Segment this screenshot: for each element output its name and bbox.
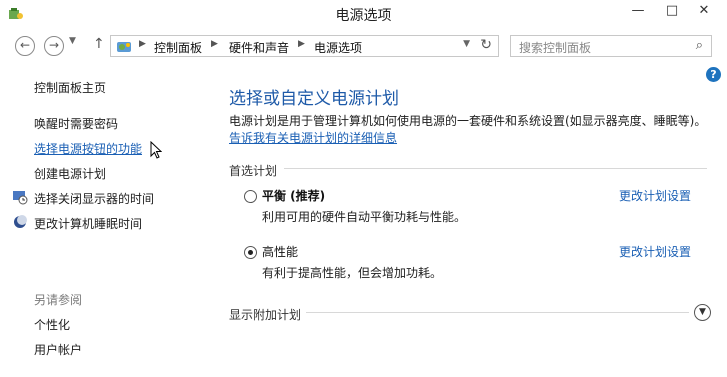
balanced-plan-radio[interactable]	[244, 190, 257, 203]
see-also-heading: 另请参阅	[34, 293, 83, 307]
sleep-moon-icon	[14, 215, 27, 228]
page-description: 电源计划是用于管理计算机如何使用电源的一套硬件和系统设置(如显示器亮度、睡眠等)…	[229, 114, 707, 128]
sidebar-item-create-plan[interactable]: 创建电源计划	[34, 165, 106, 182]
recent-locations-chevron-icon[interactable]: ▼	[69, 36, 76, 46]
maximize-button[interactable]: □	[658, 0, 686, 22]
breadcrumb-separator-icon: ▶	[298, 39, 305, 49]
breadcrumb-hardware-sound[interactable]: 硬件和声音	[229, 39, 289, 56]
section-divider	[306, 312, 689, 313]
navigation-bar: ← → ▼ ↑ ▶ 控制面板 ▶ 硬件和声音 ▶ 电源选项 ▼ ↻ 搜索控制面板…	[0, 29, 727, 63]
balanced-plan-name[interactable]: 平衡 (推荐)	[262, 187, 325, 204]
mouse-pointer-icon	[150, 141, 162, 159]
high-performance-plan-description: 有利于提高性能，但会增加功耗。	[262, 266, 443, 280]
address-bar[interactable]: ▶ 控制面板 ▶ 硬件和声音 ▶ 电源选项 ▼ ↻	[110, 35, 499, 57]
minimize-button[interactable]: —	[624, 0, 652, 22]
search-box[interactable]: 搜索控制面板 ⌕	[510, 35, 712, 57]
help-icon[interactable]: ?	[706, 67, 721, 82]
power-plan-info-link[interactable]: 告诉我有关电源计划的详细信息	[229, 129, 397, 146]
close-button[interactable]: ✕	[690, 0, 718, 22]
window-title: 电源选项	[335, 8, 392, 24]
control-panel-icon	[117, 42, 131, 52]
sidebar-item-display-off-time[interactable]: 选择关闭显示器的时间	[34, 190, 154, 207]
breadcrumb-separator-icon: ▶	[139, 39, 146, 49]
high-performance-change-settings-link[interactable]: 更改计划设置	[619, 243, 691, 260]
high-performance-plan-radio[interactable]	[244, 246, 257, 259]
sidebar-control-panel-home[interactable]: 控制面板主页	[34, 79, 106, 96]
preferred-plans-label: 首选计划	[229, 164, 278, 178]
up-arrow-icon[interactable]: ↑	[93, 36, 105, 52]
sidebar-item-sleep-time[interactable]: 更改计算机睡眠时间	[34, 215, 142, 232]
breadcrumb-control-panel[interactable]: 控制面板	[154, 39, 202, 56]
expand-chevron-icon[interactable]: ▼	[694, 304, 711, 321]
page-title: 选择或自定义电源计划	[229, 89, 399, 109]
title-bar: 电源选项 — □ ✕	[0, 0, 727, 29]
breadcrumb-power-options[interactable]: 电源选项	[314, 39, 362, 56]
back-button[interactable]: ←	[15, 36, 35, 56]
balanced-change-settings-link[interactable]: 更改计划设置	[619, 187, 691, 204]
balanced-plan-description: 利用可用的硬件自动平衡功耗与性能。	[262, 210, 467, 224]
forward-button[interactable]: →	[44, 36, 64, 56]
address-dropdown-icon[interactable]: ▼	[463, 39, 470, 49]
sidebar-item-wakeup-password[interactable]: 唤醒时需要密码	[34, 115, 118, 132]
section-divider	[284, 168, 707, 169]
sidebar-item-user-accounts[interactable]: 用户帐户	[34, 341, 82, 358]
high-performance-plan-name[interactable]: 高性能	[262, 243, 298, 260]
sidebar-item-personalization[interactable]: 个性化	[34, 316, 70, 333]
sidebar-item-power-buttons[interactable]: 选择电源按钮的功能	[34, 140, 142, 157]
show-additional-plans-label: 显示附加计划	[229, 308, 302, 322]
refresh-icon[interactable]: ↻	[480, 37, 492, 53]
breadcrumb-separator-icon: ▶	[211, 39, 218, 49]
display-timer-icon	[13, 191, 28, 205]
search-input[interactable]: 搜索控制面板	[519, 39, 591, 56]
search-icon[interactable]: ⌕	[696, 38, 703, 53]
